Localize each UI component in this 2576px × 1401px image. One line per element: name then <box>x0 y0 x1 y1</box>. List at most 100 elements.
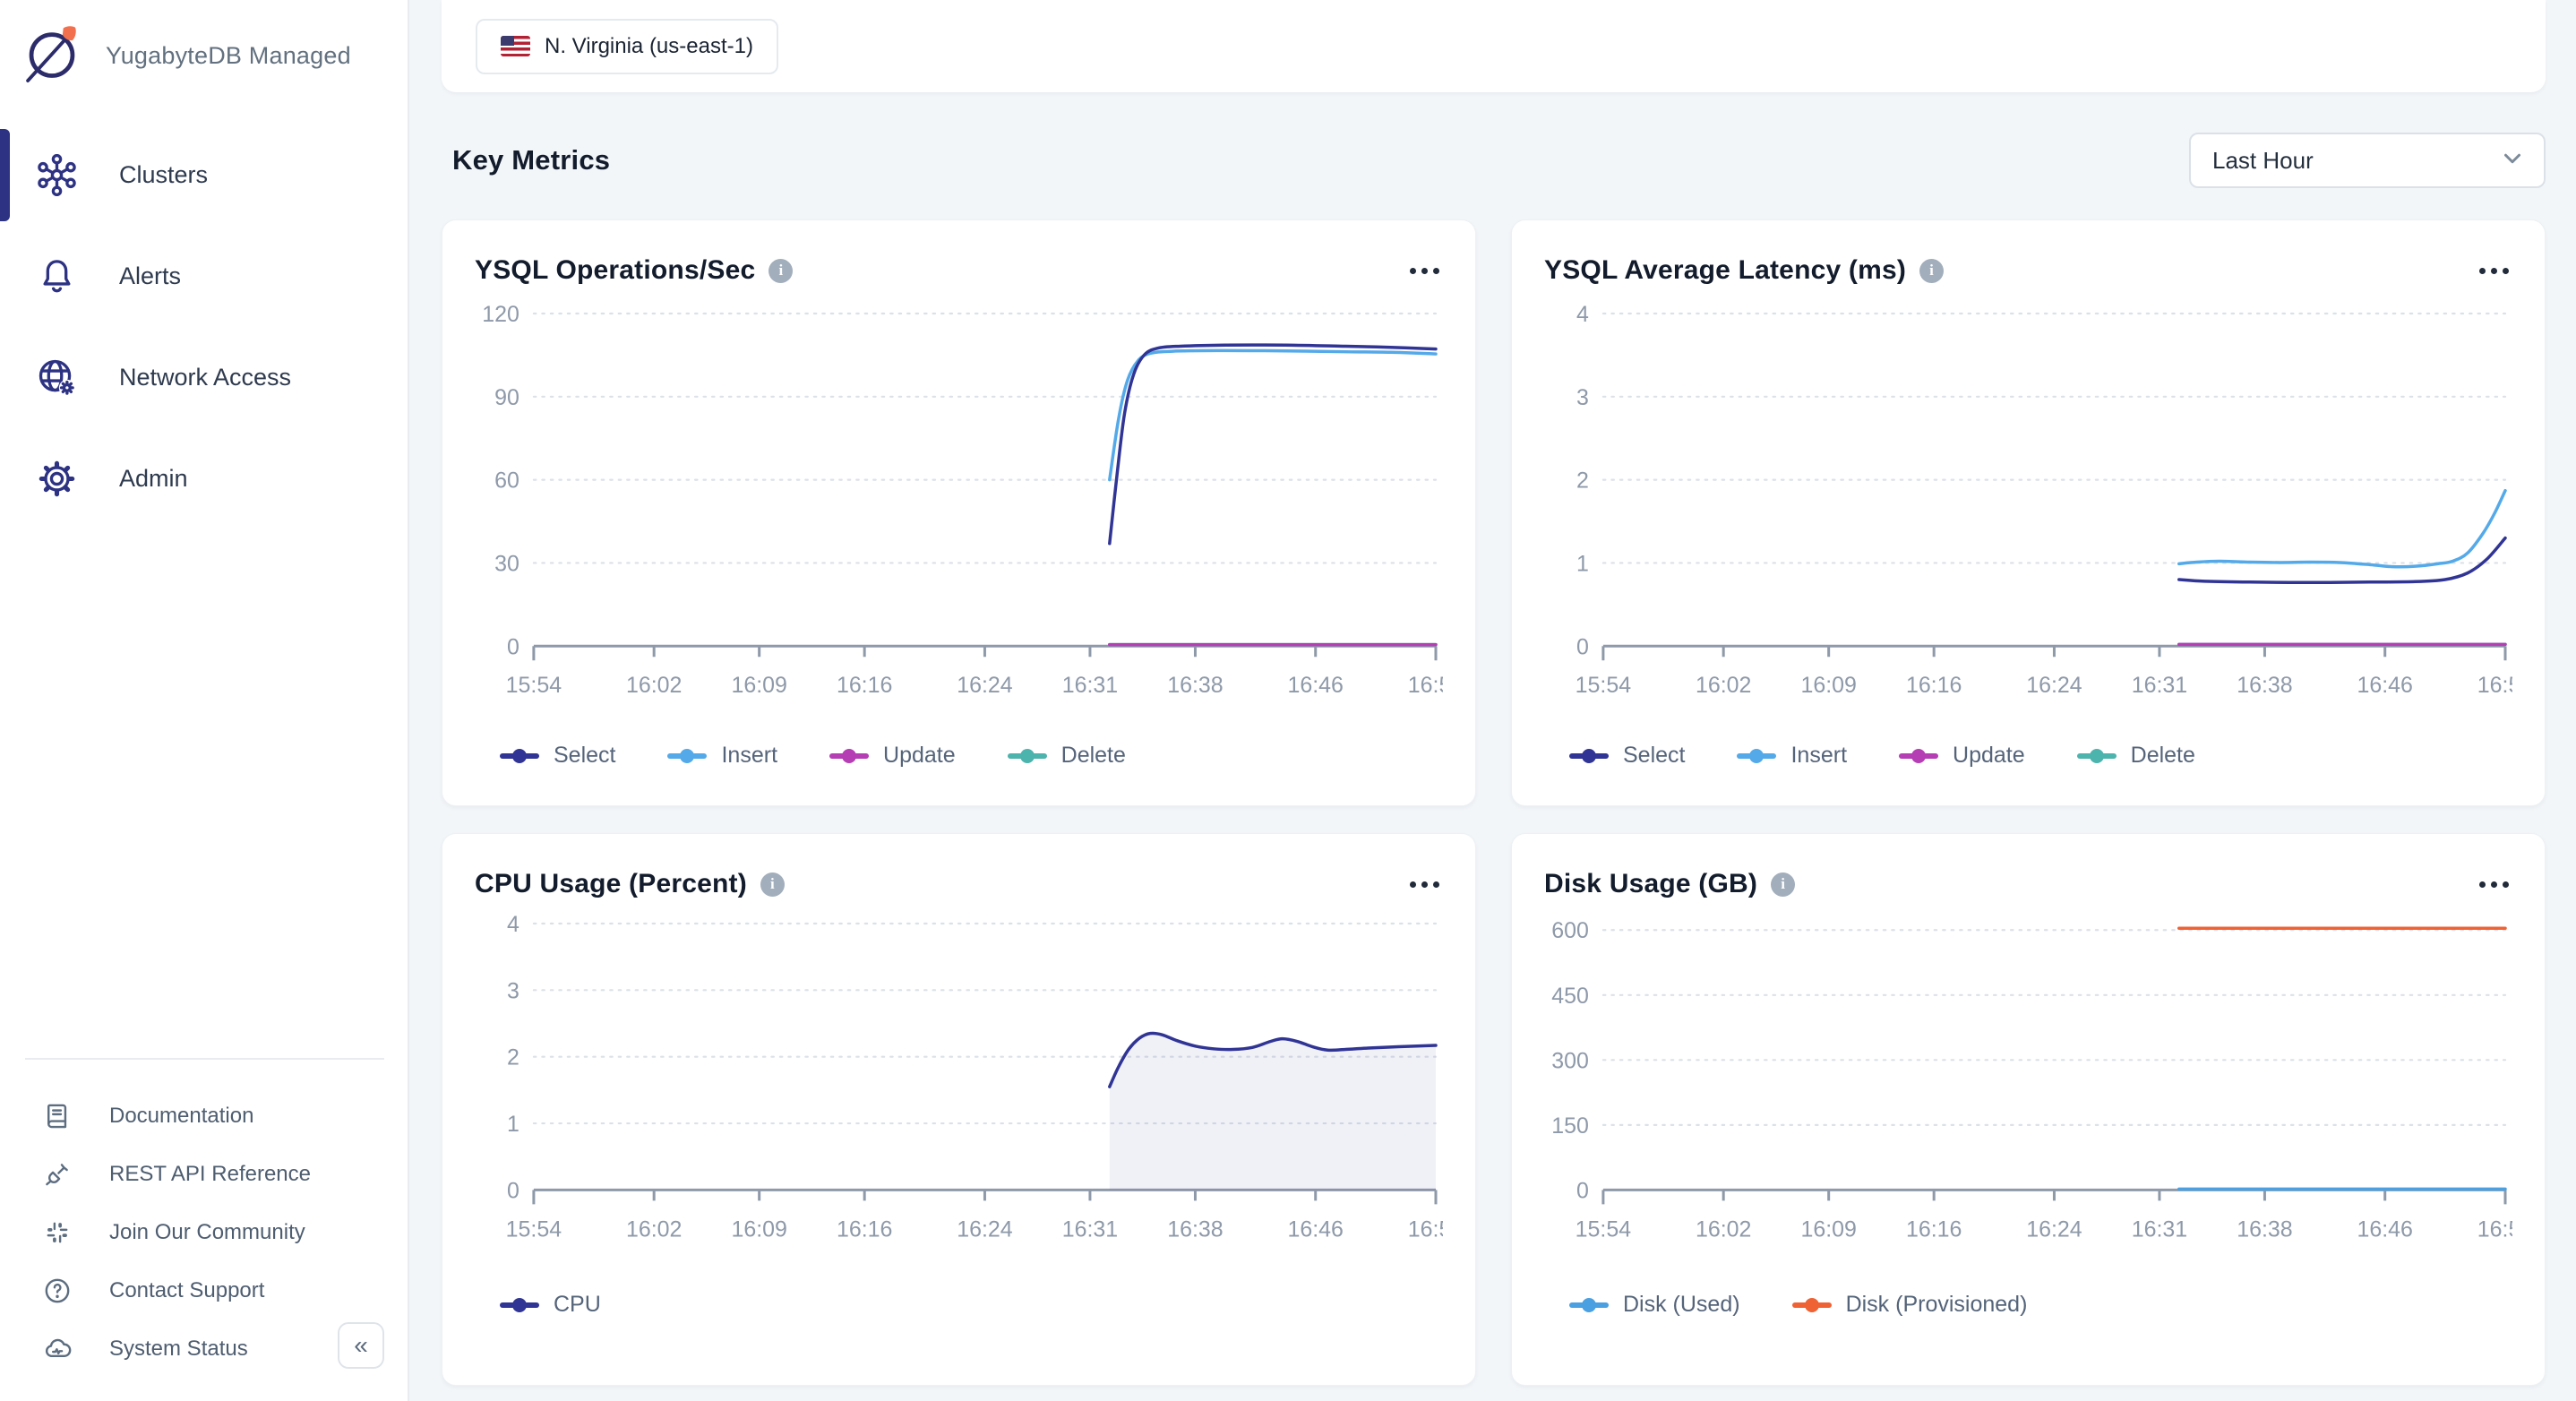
svg-text:16:02: 16:02 <box>626 1216 682 1242</box>
sidebar-item-label: Alerts <box>119 262 181 290</box>
svg-text:4: 4 <box>1576 302 1589 327</box>
sidebar-item-documentation[interactable]: Documentation <box>0 1087 408 1145</box>
disk-usage-chart[interactable]: 015030045060015:5416:0216:0916:1616:2416… <box>1544 911 2512 1268</box>
more-menu-button[interactable] <box>2476 259 2512 283</box>
cpu-usage-chart[interactable]: 0123415:5416:0216:0916:1616:2416:3116:38… <box>475 911 1443 1268</box>
sidebar-collapse-button[interactable]: « <box>338 1322 384 1369</box>
legend-label: Insert <box>721 743 777 769</box>
sidebar-item-clusters[interactable]: Clusters <box>0 125 408 226</box>
chart-legend: CPU <box>475 1268 1443 1318</box>
legend-marker-icon <box>500 1298 539 1312</box>
svg-text:15:54: 15:54 <box>1576 1216 1632 1242</box>
svg-text:0: 0 <box>1576 634 1589 659</box>
chart-title: YSQL Operations/Sec <box>475 255 755 286</box>
svg-text:15:54: 15:54 <box>1576 673 1632 698</box>
svg-text:450: 450 <box>1551 984 1589 1009</box>
legend-item[interactable]: Select <box>1569 743 1685 769</box>
legend-item[interactable]: Select <box>500 743 615 769</box>
svg-text:16:31: 16:31 <box>1062 1216 1118 1242</box>
chart-card-ysql-latency: YSQL Average Latency (ms) 0123415:5416:0… <box>1511 219 2546 806</box>
sidebar-item-label: Contact Support <box>109 1278 264 1303</box>
svg-text:16:46: 16:46 <box>2357 1216 2413 1242</box>
legend-label: Update <box>1953 743 2025 769</box>
chart-card-cpu-usage: CPU Usage (Percent) 0123415:5416:0216:09… <box>442 833 1476 1386</box>
svg-text:16:46: 16:46 <box>1288 673 1344 698</box>
sidebar: YugabyteDB Managed Clusters Alerts <box>0 0 409 1401</box>
svg-text:16:38: 16:38 <box>2237 1216 2292 1242</box>
charts-grid: YSQL Operations/Sec 030609012015:5416:02… <box>442 219 2546 1386</box>
metrics-header: Key Metrics Last Hour <box>442 133 2546 188</box>
more-menu-button[interactable] <box>1406 259 1443 283</box>
info-icon[interactable] <box>760 872 785 897</box>
gear-icon <box>36 458 78 500</box>
svg-text:120: 120 <box>482 302 519 327</box>
ysql-latency-chart[interactable]: 0123415:5416:0216:0916:1616:2416:3116:38… <box>1544 297 2512 725</box>
legend-item[interactable]: Insert <box>1737 743 1847 769</box>
more-menu-button[interactable] <box>2476 872 2512 897</box>
legend-item[interactable]: Update <box>829 743 956 769</box>
legend-item[interactable]: Delete <box>2077 743 2195 769</box>
chart-legend: Select Insert Update Delete <box>1544 725 2512 769</box>
sidebar-item-contact-support[interactable]: Contact Support <box>0 1261 408 1319</box>
time-range-select[interactable]: Last Hour <box>2189 133 2546 188</box>
info-icon[interactable] <box>1771 872 1795 897</box>
cloud-status-icon <box>41 1333 73 1365</box>
legend-item[interactable]: Delete <box>1008 743 1126 769</box>
ysql-operations-chart[interactable]: 030609012015:5416:0216:0916:1616:2416:31… <box>475 297 1443 725</box>
chart-title: YSQL Average Latency (ms) <box>1544 255 1906 286</box>
svg-text:2: 2 <box>1576 468 1589 494</box>
svg-text:600: 600 <box>1551 918 1589 943</box>
legend-item[interactable]: Disk (Provisioned) <box>1792 1292 2028 1318</box>
book-icon <box>41 1100 73 1132</box>
svg-text:60: 60 <box>494 468 519 494</box>
slack-icon <box>41 1216 73 1249</box>
sidebar-item-label: Admin <box>119 465 188 493</box>
legend-marker-icon <box>500 749 539 763</box>
legend-item[interactable]: Insert <box>667 743 777 769</box>
clusters-icon <box>36 154 78 196</box>
sidebar-item-alerts[interactable]: Alerts <box>0 226 408 327</box>
svg-text:16:16: 16:16 <box>1906 1216 1962 1242</box>
svg-text:16:09: 16:09 <box>731 673 786 698</box>
chart-title: CPU Usage (Percent) <box>475 869 747 899</box>
sidebar-item-label: Documentation <box>109 1104 253 1129</box>
info-icon[interactable] <box>769 259 793 283</box>
legend-item[interactable]: CPU <box>500 1292 601 1318</box>
sidebar-nav: Clusters Alerts <box>0 125 408 529</box>
main-content: N. Virginia (us-east-1) Key Metrics Last… <box>411 0 2576 1401</box>
svg-text:150: 150 <box>1551 1113 1589 1139</box>
sidebar-item-join-our-community[interactable]: Join Our Community <box>0 1203 408 1261</box>
legend-label: Delete <box>2131 743 2195 769</box>
svg-text:16:02: 16:02 <box>1696 673 1751 698</box>
chart-title: Disk Usage (GB) <box>1544 869 1757 899</box>
sidebar-item-rest-api-reference[interactable]: REST API Reference <box>0 1145 408 1203</box>
legend-label: Select <box>554 743 615 769</box>
region-chip[interactable]: N. Virginia (us-east-1) <box>476 19 778 74</box>
svg-text:16:54: 16:54 <box>1408 673 1443 698</box>
legend-marker-icon <box>667 749 707 763</box>
more-menu-button[interactable] <box>1406 872 1443 897</box>
info-icon[interactable] <box>1919 259 1944 283</box>
chart-legend: Disk (Used) Disk (Provisioned) <box>1544 1268 2512 1318</box>
svg-text:16:38: 16:38 <box>2237 673 2292 698</box>
svg-text:16:02: 16:02 <box>1696 1216 1751 1242</box>
svg-text:16:46: 16:46 <box>1288 1216 1344 1242</box>
globe-gear-icon <box>36 357 78 399</box>
time-range-value: Last Hour <box>2212 147 2314 175</box>
sidebar-item-network-access[interactable]: Network Access <box>0 327 408 428</box>
svg-text:16:09: 16:09 <box>731 1216 786 1242</box>
svg-text:16:46: 16:46 <box>2357 673 2413 698</box>
brand: YugabyteDB Managed <box>0 0 408 101</box>
sidebar-item-label: System Status <box>109 1337 248 1362</box>
legend-item[interactable]: Disk (Used) <box>1569 1292 1740 1318</box>
svg-text:0: 0 <box>507 634 519 659</box>
sidebar-item-label: Clusters <box>119 161 208 189</box>
plug-icon <box>41 1158 73 1190</box>
svg-text:16:24: 16:24 <box>957 1216 1013 1242</box>
svg-text:15:54: 15:54 <box>506 1216 562 1242</box>
sidebar-item-admin[interactable]: Admin <box>0 428 408 529</box>
bell-icon <box>36 255 78 297</box>
help-circle-icon <box>41 1275 73 1307</box>
legend-item[interactable]: Update <box>1899 743 2025 769</box>
region-label: N. Virginia (us-east-1) <box>545 34 753 59</box>
